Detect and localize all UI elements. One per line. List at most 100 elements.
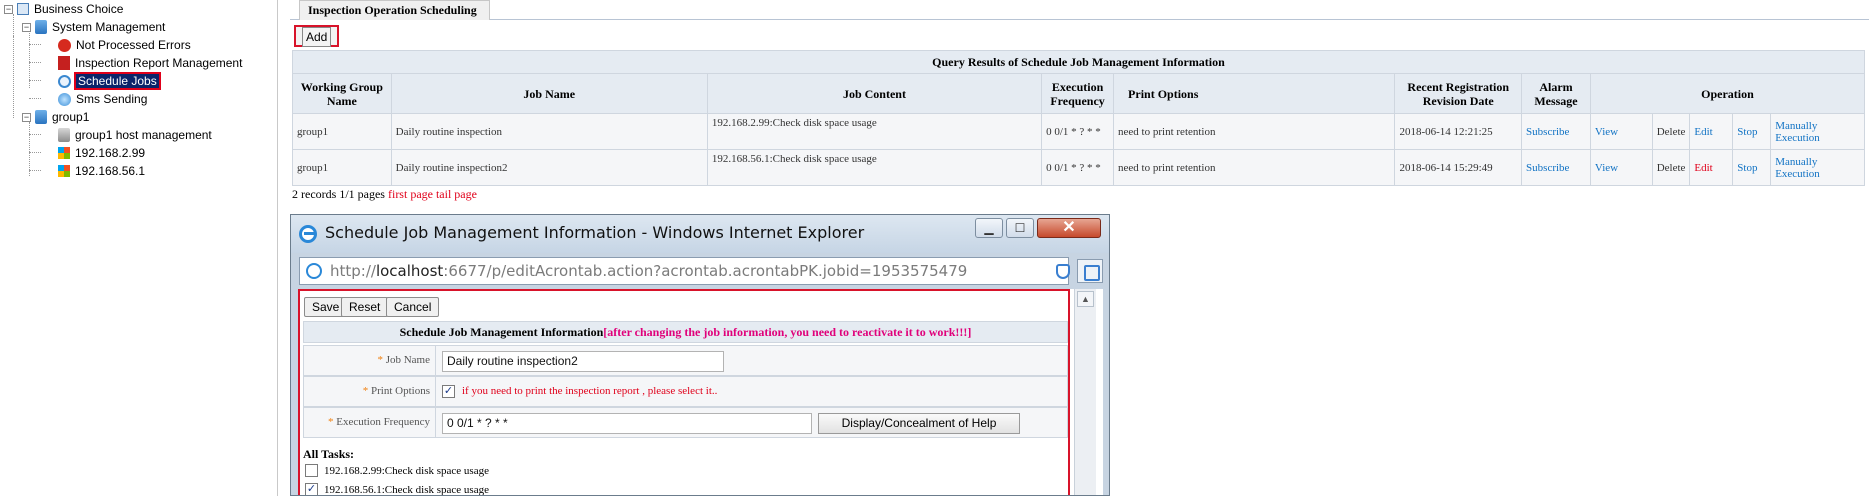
cell-job-name: Daily routine inspection: [390, 113, 708, 150]
job-name-input[interactable]: Daily routine inspection2: [442, 351, 724, 372]
tree-item-not-processed-errors[interactable]: Not Processed Errors: [58, 36, 191, 54]
subscribe-link[interactable]: Subscribe: [1521, 113, 1591, 150]
collapse-toggle-icon[interactable]: −: [4, 4, 13, 14]
close-button[interactable]: ✕: [1037, 218, 1101, 238]
help-toggle-button[interactable]: Display/Concealment of Help: [818, 413, 1020, 434]
cell-date: 2018-06-14 15:29:49: [1394, 149, 1523, 186]
tree-item-label: Not Processed Errors: [76, 38, 191, 52]
column-header: Job Content: [706, 73, 1043, 114]
tree-item-host-192-168-56-1[interactable]: 192.168.56.1: [58, 162, 145, 180]
delete-link[interactable]: Delete: [1651, 113, 1691, 150]
results-table: Query Results of Schedule Job Management…: [292, 50, 1866, 186]
tree-item-label: Sms Sending: [76, 92, 148, 106]
form-title: Schedule Job Management Information[afte…: [303, 321, 1068, 343]
cell-group: group1: [292, 113, 392, 150]
tree-item-group1-host-management[interactable]: group1 host management: [58, 126, 212, 144]
tree-item-sms-sending[interactable]: Sms Sending: [58, 90, 147, 108]
form-warning: [after changing the job information, you…: [603, 325, 972, 339]
column-header: Alarm Message: [1521, 73, 1591, 114]
ie-popup-window: Schedule Job Management Information - Wi…: [290, 214, 1110, 496]
print-options-hint: if you need to print the inspection repo…: [462, 385, 718, 397]
cell-date: 2018-06-14 12:21:25: [1394, 113, 1523, 150]
tree-item-schedule-jobs[interactable]: Schedule Jobs: [58, 72, 161, 90]
required-asterisk: *: [327, 416, 334, 428]
edit-link[interactable]: Edit: [1689, 113, 1734, 150]
subscribe-link[interactable]: Subscribe: [1521, 149, 1591, 186]
required-asterisk: *: [377, 354, 383, 366]
pager: 2 records 1/1 pages first page tail page: [292, 187, 477, 202]
view-link[interactable]: View: [1589, 113, 1653, 150]
collapse-toggle-icon[interactable]: −: [22, 22, 31, 32]
tree-item-label: Schedule Jobs: [74, 72, 161, 90]
maximize-button[interactable]: ☐: [1006, 218, 1034, 238]
column-header: Recent Registration Revision Date: [1394, 73, 1523, 114]
manual-execution-link[interactable]: Manually Execution: [1770, 113, 1865, 150]
delete-link[interactable]: Delete: [1651, 149, 1691, 186]
popup-content: Save Reset Cancel Schedule Job Managemen…: [298, 289, 1103, 495]
pdf-report-icon: [58, 56, 70, 70]
manual-execution-link[interactable]: Manually Execution: [1770, 149, 1865, 186]
popup-title-bar[interactable]: Schedule Job Management Information - Wi…: [291, 215, 1109, 253]
form-title-text: Schedule Job Management Information: [399, 325, 604, 339]
required-asterisk: *: [362, 385, 369, 397]
tree-item-inspection-report-management[interactable]: Inspection Report Management: [58, 54, 242, 72]
all-tasks-label: All Tasks:: [303, 447, 355, 461]
shield-icon[interactable]: [1056, 264, 1070, 279]
table-row: group1 Daily routine inspection 192.168.…: [292, 113, 1865, 150]
tab-strip: Inspection Operation Scheduling: [290, 0, 1869, 20]
address-host: localhost: [375, 262, 444, 280]
compatibility-view-icon[interactable]: [1077, 259, 1103, 283]
cell-frequency: 0 0/1 * ? * *: [1041, 149, 1115, 186]
host-management-icon: [58, 128, 70, 142]
tree-item-group1[interactable]: − group1: [22, 108, 89, 126]
collapse-toggle-icon[interactable]: −: [22, 112, 31, 122]
minimize-button[interactable]: ▁: [975, 218, 1003, 238]
add-button[interactable]: Add: [302, 27, 332, 47]
task-checkbox[interactable]: [305, 464, 318, 477]
address-bar: http://localhost:6677/p/editAcrontab.act…: [299, 257, 1103, 285]
tree-item-label: System Management: [52, 20, 166, 34]
tail-page-link[interactable]: tail page: [436, 187, 477, 201]
ie-page-icon: [306, 263, 322, 279]
task-label: 192.168.2.99:Check disk space usage: [324, 465, 489, 477]
print-options-label-text: Print Options: [371, 385, 430, 397]
tree-item-label: Business Choice: [34, 2, 124, 16]
windows-icon: [58, 165, 70, 177]
stop-link[interactable]: Stop: [1732, 113, 1772, 150]
column-header: Working Group Name: [292, 73, 392, 114]
task-checkbox[interactable]: ✓: [305, 483, 318, 495]
address-prefix: http://: [330, 262, 376, 280]
address-input[interactable]: http://localhost:6677/p/editAcrontab.act…: [299, 257, 1070, 285]
server-icon: [35, 20, 47, 34]
execution-frequency-input[interactable]: 0 0/1 * ? * *: [442, 413, 812, 434]
tree-item-business-choice[interactable]: − Business Choice: [4, 0, 123, 18]
globe-icon: [58, 92, 71, 106]
windows-icon: [58, 147, 70, 159]
execution-frequency-label: * Execution Frequency: [304, 408, 436, 437]
cancel-button[interactable]: Cancel: [386, 297, 440, 317]
ie-logo-icon: [299, 225, 317, 243]
view-link[interactable]: View: [1589, 149, 1653, 186]
cell-job-name: Daily routine inspection2: [390, 149, 708, 186]
tab-inspection-operation-scheduling[interactable]: Inspection Operation Scheduling: [299, 0, 490, 20]
address-rest: :6677/p/editAcrontab.action?acrontab.acr…: [443, 262, 968, 280]
tree-item-host-192-168-2-99[interactable]: 192.168.2.99: [58, 144, 145, 162]
execution-frequency-row: * Execution Frequency 0 0/1 * ? * * Disp…: [303, 407, 1068, 438]
highlight-frame: Save Reset Cancel Schedule Job Managemen…: [298, 289, 1070, 495]
edit-link[interactable]: Edit: [1689, 149, 1734, 186]
tree-item-system-management[interactable]: − System Management: [22, 18, 165, 36]
results-caption: Query Results of Schedule Job Management…: [292, 50, 1865, 74]
stop-link[interactable]: Stop: [1732, 149, 1772, 186]
tree-item-label: Inspection Report Management: [75, 56, 243, 70]
job-name-label: * Job Name: [304, 346, 436, 375]
execution-frequency-label-text: Execution Frequency: [336, 416, 430, 428]
cell-job-content: 192.168.56.1:Check disk space usage: [706, 149, 1043, 186]
reset-button[interactable]: Reset: [341, 297, 389, 317]
print-options-checkbox[interactable]: ✓: [442, 385, 455, 398]
tree-root-icon: [17, 3, 29, 15]
vertical-scrollbar[interactable]: ▲: [1074, 289, 1096, 495]
tree-item-label: 192.168.56.1: [75, 164, 146, 178]
scroll-up-arrow-icon[interactable]: ▲: [1077, 291, 1094, 307]
cell-job-content: 192.168.2.99:Check disk space usage: [706, 113, 1043, 150]
first-page-link[interactable]: first page: [388, 187, 433, 201]
